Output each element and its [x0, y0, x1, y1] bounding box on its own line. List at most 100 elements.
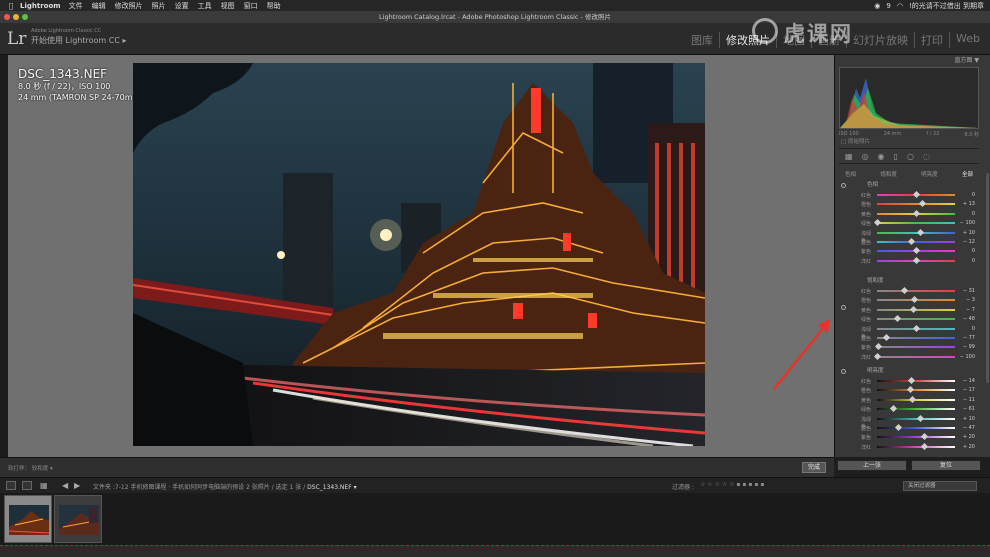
- slider-thumb[interactable]: [873, 352, 882, 360]
- slider-thumb[interactable]: [912, 324, 921, 332]
- slider-thumb[interactable]: [874, 343, 882, 351]
- grid-icon[interactable]: [6, 481, 16, 490]
- slider-value[interactable]: − 100: [957, 220, 975, 226]
- slider-hue-blue[interactable]: 蓝色 − 12: [839, 237, 979, 246]
- slider-hue-red[interactable]: 红色 0: [839, 190, 979, 199]
- nav-forward-icon[interactable]: ▶: [74, 481, 80, 490]
- slider-hue-purple[interactable]: 紫色 0: [839, 246, 979, 255]
- slider-track[interactable]: [877, 296, 955, 304]
- slider-track[interactable]: [877, 442, 955, 450]
- done-button[interactable]: 完成: [802, 462, 826, 473]
- target-icon[interactable]: [841, 369, 846, 374]
- slider-value[interactable]: 0: [957, 326, 975, 332]
- filter-stars-icon[interactable]: ☆ ☆ ☆ ☆ ☆ ▪ ▪ ▪ ▪ ▪: [700, 481, 764, 488]
- slider-track[interactable]: [873, 352, 955, 360]
- previous-button[interactable]: 上一张: [837, 460, 907, 471]
- tab-luminance[interactable]: 明亮度: [921, 170, 938, 178]
- slider-value[interactable]: − 7: [957, 307, 975, 313]
- slider-thumb[interactable]: [912, 209, 921, 217]
- grad-icon[interactable]: ▯: [894, 152, 898, 161]
- slider-luminance-red[interactable]: 红色 − 14: [839, 376, 979, 385]
- slider-thumb[interactable]: [894, 315, 902, 323]
- slider-track[interactable]: [877, 228, 955, 236]
- slider-thumb[interactable]: [883, 333, 891, 341]
- slider-saturation-magenta[interactable]: 洋红 − 100: [839, 352, 979, 361]
- slider-value[interactable]: − 3: [957, 297, 975, 303]
- wechat-icon[interactable]: ◉: [874, 2, 880, 10]
- reset-button[interactable]: 复位: [911, 460, 981, 471]
- grid-view-icon[interactable]: ▦: [40, 481, 48, 490]
- slider-value[interactable]: − 48: [957, 316, 975, 322]
- slider-value[interactable]: 0: [957, 248, 975, 254]
- histogram[interactable]: [839, 67, 979, 129]
- radial-icon[interactable]: ○: [907, 152, 914, 161]
- slider-saturation-yellow[interactable]: 黄色 − 7: [839, 305, 979, 314]
- target-icon[interactable]: [841, 183, 846, 188]
- slider-track[interactable]: [877, 247, 955, 255]
- slider-thumb[interactable]: [906, 386, 914, 394]
- wifi-icon[interactable]: ◠: [897, 2, 903, 10]
- slider-luminance-blue[interactable]: 蓝色 − 47: [839, 423, 979, 432]
- slider-thumb[interactable]: [911, 296, 919, 304]
- slider-thumb[interactable]: [920, 442, 928, 450]
- slider-track[interactable]: [877, 333, 955, 341]
- slider-value[interactable]: − 61: [957, 406, 975, 412]
- menu-photo[interactable]: 照片: [152, 1, 166, 11]
- slider-hue-magenta[interactable]: 洋红 0: [839, 256, 979, 265]
- filmstrip-thumb-2[interactable]: [54, 495, 102, 543]
- slider-track[interactable]: [877, 305, 955, 313]
- slider-saturation-purple[interactable]: 紫色 − 99: [839, 342, 979, 351]
- slider-track[interactable]: [877, 237, 955, 245]
- slider-value[interactable]: − 12: [957, 239, 975, 245]
- slider-saturation-orange[interactable]: 橙色 − 3: [839, 295, 979, 304]
- slider-thumb[interactable]: [912, 256, 921, 264]
- slider-thumb[interactable]: [909, 395, 917, 403]
- slider-value[interactable]: 0: [957, 192, 975, 198]
- close-icon[interactable]: [4, 14, 10, 20]
- slider-luminance-yellow[interactable]: 黄色 − 11: [839, 395, 979, 404]
- slider-value[interactable]: − 14: [957, 378, 975, 384]
- slider-value[interactable]: + 20: [957, 444, 975, 450]
- slider-luminance-magenta[interactable]: 洋红 + 20: [839, 442, 979, 451]
- slider-track[interactable]: [877, 200, 955, 208]
- slider-value[interactable]: − 77: [957, 335, 975, 341]
- slider-track[interactable]: [877, 315, 955, 323]
- slider-thumb[interactable]: [912, 247, 921, 255]
- slider-luminance-aqua[interactable]: 浅绿色 + 10: [839, 414, 979, 430]
- menu-help[interactable]: 帮助: [267, 1, 281, 11]
- slider-track[interactable]: [877, 414, 955, 422]
- slider-luminance-green[interactable]: 绿色 − 61: [839, 404, 979, 413]
- slider-track[interactable]: [877, 209, 955, 217]
- slider-luminance-purple[interactable]: 紫色 + 20: [839, 432, 979, 441]
- slider-thumb[interactable]: [916, 228, 924, 236]
- slider-track[interactable]: [877, 190, 955, 199]
- histogram-header[interactable]: 直方图 ▼: [835, 55, 990, 67]
- slider-thumb[interactable]: [901, 286, 909, 295]
- slider-value[interactable]: + 13: [957, 201, 975, 207]
- slider-thumb[interactable]: [873, 219, 882, 227]
- slider-track[interactable]: [877, 423, 955, 431]
- slider-saturation-aqua[interactable]: 浅绿色 0: [839, 324, 979, 340]
- module-slideshow[interactable]: 幻灯片放映: [846, 32, 914, 48]
- zoom-icon[interactable]: [22, 14, 28, 20]
- slider-thumb[interactable]: [909, 305, 917, 313]
- nav-back-icon[interactable]: ◀: [62, 481, 68, 490]
- slider-value[interactable]: 0: [957, 211, 975, 217]
- slider-track[interactable]: [877, 433, 955, 441]
- slider-value[interactable]: − 11: [957, 397, 975, 403]
- slider-hue-green[interactable]: 绿色 − 100: [839, 218, 979, 227]
- tab-all[interactable]: 全部: [962, 170, 973, 178]
- slider-value[interactable]: − 100: [957, 354, 975, 360]
- module-print[interactable]: 打印: [914, 32, 949, 48]
- secondary-window-icon[interactable]: [22, 481, 32, 490]
- filter-dropdown[interactable]: 关闭过滤器: [903, 481, 977, 491]
- slider-hue-aqua[interactable]: 浅绿色 + 10: [839, 228, 979, 244]
- left-panel-collapsed[interactable]: [0, 55, 8, 457]
- crop-icon[interactable]: ▦: [845, 152, 853, 161]
- slider-track[interactable]: [874, 343, 955, 351]
- slider-thumb[interactable]: [912, 190, 921, 199]
- filmstrip-thumb-1[interactable]: [4, 495, 52, 543]
- slider-value[interactable]: + 10: [957, 416, 975, 422]
- menu-file[interactable]: 文件: [69, 1, 83, 11]
- slider-track[interactable]: [873, 219, 955, 227]
